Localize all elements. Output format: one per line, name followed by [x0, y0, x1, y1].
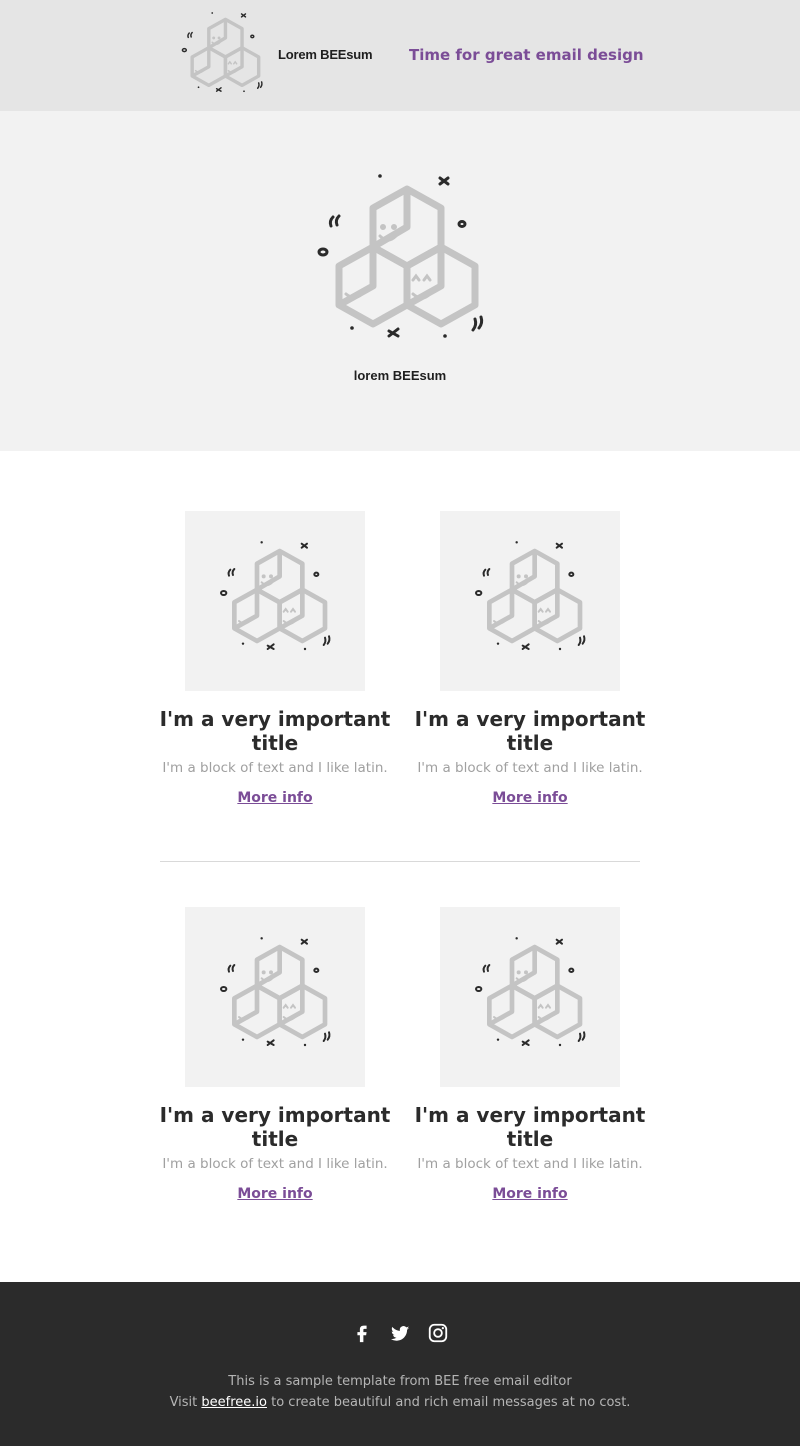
more-info-link[interactable]: More info [415, 1186, 645, 1202]
card-title: I'm a very important title [159, 707, 391, 755]
cube-smiley-icon [215, 541, 335, 661]
cube-smiley-icon [470, 937, 590, 1057]
footer: This is a sample template from BEE free … [0, 1282, 800, 1446]
footer-visit-suffix: to create beautiful and rich email messa… [266, 1395, 631, 1410]
more-info-link[interactable]: More info [160, 790, 390, 806]
footer-text: This is a sample template from BEE free … [228, 1374, 572, 1389]
card-title: I'm a very important title [414, 707, 646, 755]
cube-smiley-icon [470, 541, 590, 661]
cube-smiley-logo-icon[interactable] [176, 12, 268, 100]
card-text: I'm a block of text and I like latin. [162, 760, 388, 776]
cube-smiley-logo-icon [310, 174, 490, 354]
card-title: I'm a very important title [414, 1103, 646, 1151]
hero-brand: lorem BEEsum [353, 368, 447, 383]
card-text: I'm a block of text and I like latin. [417, 760, 643, 776]
more-info-link[interactable]: More info [415, 790, 645, 806]
card-image [440, 907, 620, 1087]
card-title: I'm a very important title [159, 1103, 391, 1151]
card-image [185, 907, 365, 1087]
header-brand: Lorem BEEsum [278, 47, 373, 62]
header-tagline: Time for great email design [409, 46, 644, 64]
card-text: I'm a block of text and I like latin. [417, 1156, 643, 1172]
cube-smiley-icon [215, 937, 335, 1057]
card-text: I'm a block of text and I like latin. [162, 1156, 388, 1172]
divider [160, 861, 640, 862]
card-image [185, 511, 365, 691]
header: Lorem BEEsum Time for great email design [0, 0, 800, 111]
footer-visit-prefix: Visit [169, 1395, 202, 1410]
instagram-icon[interactable] [427, 1322, 449, 1344]
footer-visit-text: Visit beefree.io to create beautiful and… [0, 1395, 800, 1410]
beefree-link[interactable]: beefree.io [201, 1395, 267, 1410]
card-image [440, 511, 620, 691]
twitter-icon[interactable] [389, 1322, 411, 1344]
facebook-icon[interactable] [351, 1322, 373, 1344]
more-info-link[interactable]: More info [160, 1186, 390, 1202]
hero-section: lorem BEEsum [0, 111, 800, 451]
